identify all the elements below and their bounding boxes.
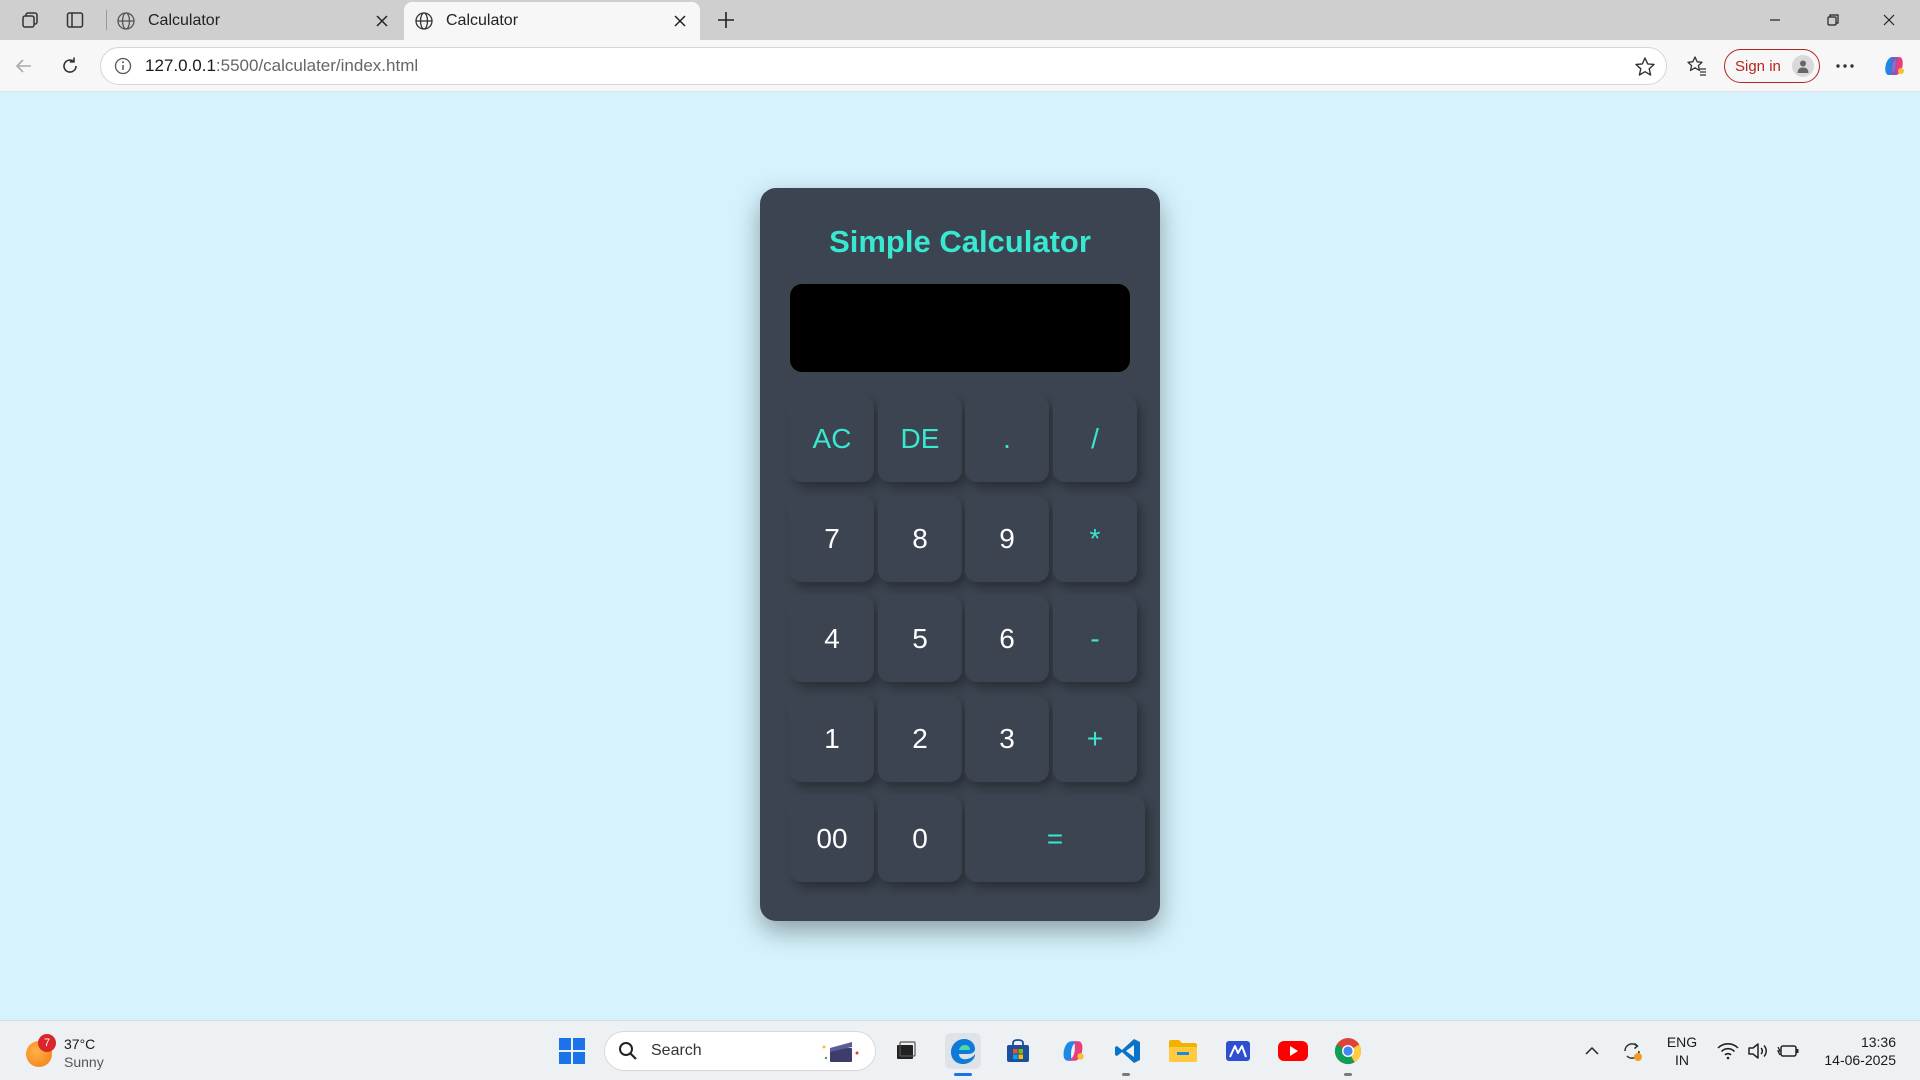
key-0[interactable]: 0 bbox=[878, 796, 962, 882]
site-info-icon[interactable] bbox=[113, 56, 133, 76]
vertical-tabs-icon[interactable] bbox=[62, 8, 88, 32]
chrome-running-indicator bbox=[1344, 1073, 1352, 1076]
sync-update-icon[interactable] bbox=[1620, 1039, 1644, 1063]
youtube-icon[interactable] bbox=[1275, 1033, 1311, 1069]
minimize-button[interactable] bbox=[1752, 6, 1798, 34]
tab-title: Calculator bbox=[446, 12, 519, 29]
key-delete[interactable]: DE bbox=[878, 396, 962, 482]
battery-charging-icon[interactable] bbox=[1776, 1039, 1800, 1063]
key-3[interactable]: 3 bbox=[965, 696, 1049, 782]
sign-in-button[interactable]: Sign in bbox=[1724, 49, 1820, 83]
search-icon bbox=[617, 1040, 639, 1062]
favorite-star-icon[interactable] bbox=[1634, 56, 1656, 78]
show-hidden-icons-chevron-up-icon[interactable] bbox=[1580, 1039, 1604, 1063]
favorites-icon[interactable] bbox=[1681, 50, 1713, 82]
workspaces-icon[interactable] bbox=[17, 8, 43, 32]
file-explorer-icon[interactable] bbox=[1165, 1033, 1201, 1069]
key-8[interactable]: 8 bbox=[878, 496, 962, 582]
sign-in-label: Sign in bbox=[1735, 57, 1781, 75]
more-options-icon[interactable] bbox=[1829, 50, 1861, 82]
key-4[interactable]: 4 bbox=[790, 596, 874, 682]
key-decimal[interactable]: . bbox=[965, 396, 1049, 482]
input-language[interactable]: ENG IN bbox=[1662, 1033, 1702, 1069]
key-equals[interactable]: = bbox=[965, 796, 1145, 882]
close-icon[interactable] bbox=[372, 11, 392, 31]
weather-temperature: 37°C bbox=[64, 1036, 96, 1052]
key-all-clear[interactable]: AC bbox=[790, 396, 874, 482]
task-view-icon[interactable] bbox=[888, 1033, 924, 1069]
key-multiply[interactable]: * bbox=[1053, 496, 1137, 582]
weather-condition: Sunny bbox=[64, 1054, 104, 1070]
back-button[interactable] bbox=[8, 50, 40, 82]
notification-badge: 7 bbox=[38, 1034, 56, 1052]
close-window-button[interactable] bbox=[1866, 6, 1912, 34]
url-text: 127.0.0.1:5500/calculater/index.html bbox=[145, 56, 418, 76]
url-path: :5500/calculater/index.html bbox=[215, 56, 419, 75]
wifi-icon[interactable] bbox=[1716, 1039, 1740, 1063]
browser-tab-strip: Calculator Calculator bbox=[0, 0, 1920, 40]
browser-toolbar: 127.0.0.1:5500/calculater/index.html Sig… bbox=[0, 40, 1920, 92]
key-6[interactable]: 6 bbox=[965, 596, 1049, 682]
key-double-zero[interactable]: 00 bbox=[790, 796, 874, 882]
key-9[interactable]: 9 bbox=[965, 496, 1049, 582]
page-viewport: Simple Calculator AC DE . / 7 8 9 * 4 5 … bbox=[4, 92, 1916, 1017]
calculator-display bbox=[790, 284, 1130, 372]
address-bar[interactable]: 127.0.0.1:5500/calculater/index.html bbox=[100, 47, 1667, 85]
tab-title: Calculator bbox=[148, 12, 221, 29]
key-add[interactable]: + bbox=[1053, 696, 1137, 782]
close-icon[interactable] bbox=[670, 11, 690, 31]
chrome-icon[interactable] bbox=[1330, 1033, 1366, 1069]
whiteboard-app-icon[interactable] bbox=[1220, 1033, 1256, 1069]
calculator-title: Simple Calculator bbox=[829, 224, 1091, 259]
globe-icon bbox=[414, 11, 434, 31]
calculator-panel: Simple Calculator AC DE . / 7 8 9 * 4 5 … bbox=[760, 188, 1160, 921]
taskbar-search-box[interactable]: Search bbox=[604, 1031, 876, 1071]
edge-running-indicator bbox=[954, 1073, 972, 1076]
copilot-app-icon[interactable] bbox=[1055, 1033, 1091, 1069]
restore-button[interactable] bbox=[1810, 6, 1856, 34]
search-label: Search bbox=[651, 1042, 702, 1059]
vscode-icon[interactable] bbox=[1110, 1033, 1146, 1069]
system-clock[interactable]: 13:36 14-06-2025 bbox=[1812, 1033, 1896, 1069]
profile-avatar-icon bbox=[1792, 55, 1814, 77]
key-subtract[interactable]: - bbox=[1053, 596, 1137, 682]
region-code: IN bbox=[1675, 1052, 1689, 1068]
key-5[interactable]: 5 bbox=[878, 596, 962, 682]
edge-browser-icon[interactable] bbox=[945, 1033, 981, 1069]
language-code: ENG bbox=[1666, 1034, 1698, 1050]
key-1[interactable]: 1 bbox=[790, 696, 874, 782]
microsoft-store-icon[interactable] bbox=[1000, 1033, 1036, 1069]
key-2[interactable]: 2 bbox=[878, 696, 962, 782]
clapperboard-icon bbox=[815, 1038, 865, 1066]
windows-taskbar: 7 37°C Sunny Search ENG IN 13:36 14-06-2… bbox=[0, 1020, 1920, 1080]
copilot-icon[interactable] bbox=[1878, 50, 1910, 82]
start-windows-icon[interactable] bbox=[554, 1033, 590, 1069]
tab-calculator-1[interactable]: Calculator bbox=[106, 2, 402, 40]
tab-calculator-2[interactable]: Calculator bbox=[404, 2, 700, 40]
vscode-running-indicator bbox=[1122, 1073, 1130, 1076]
url-host: 127.0.0.1 bbox=[145, 56, 216, 75]
volume-icon[interactable] bbox=[1746, 1039, 1770, 1063]
key-7[interactable]: 7 bbox=[790, 496, 874, 582]
refresh-button[interactable] bbox=[54, 50, 86, 82]
new-tab-button[interactable] bbox=[712, 6, 740, 34]
clock-date: 14-06-2025 bbox=[1824, 1052, 1896, 1068]
globe-icon bbox=[116, 11, 136, 31]
key-divide[interactable]: / bbox=[1053, 396, 1137, 482]
clock-time: 13:36 bbox=[1860, 1034, 1896, 1050]
weather-widget[interactable]: 7 37°C Sunny bbox=[26, 1033, 146, 1073]
